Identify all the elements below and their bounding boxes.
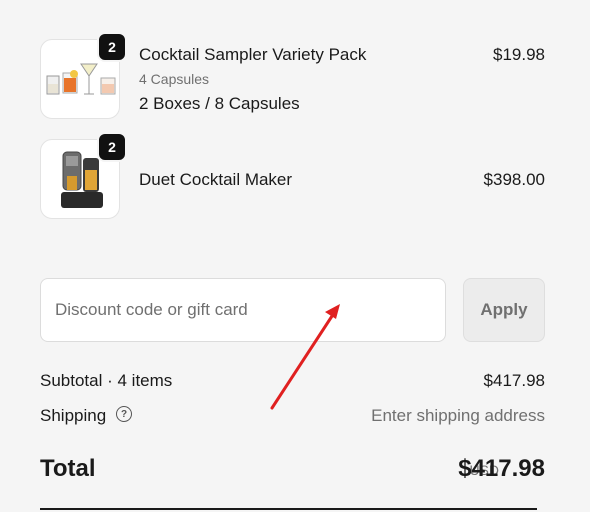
product-subtitle: 4 Capsules [139,71,210,87]
quantity-badge: 2 [97,132,127,162]
product-variant: 2 Boxes / 8 Capsules [139,94,300,113]
help-icon[interactable]: ? [116,406,132,422]
shipping-label: Shipping [40,406,107,425]
product-name: Cocktail Sampler Variety Pack [139,45,367,64]
product-thumbnail: 2 [40,32,127,119]
product-thumbnail: 2 [40,132,127,219]
total-value: $417.98 [458,455,545,482]
divider [40,508,537,510]
product-price: $19.98 [493,45,545,64]
total-label: Total [40,455,96,482]
shipping-value: Enter shipping address [371,406,545,425]
subtotal-label: Subtotal · 4 items [40,371,173,390]
apply-button[interactable]: Apply [463,278,545,342]
product-name: Duet Cocktail Maker [139,170,293,189]
discount-code-input[interactable] [40,278,446,342]
subtotal-value: $417.98 [483,371,545,390]
quantity-badge: 2 [97,32,127,62]
product-price: $398.00 [483,170,545,189]
